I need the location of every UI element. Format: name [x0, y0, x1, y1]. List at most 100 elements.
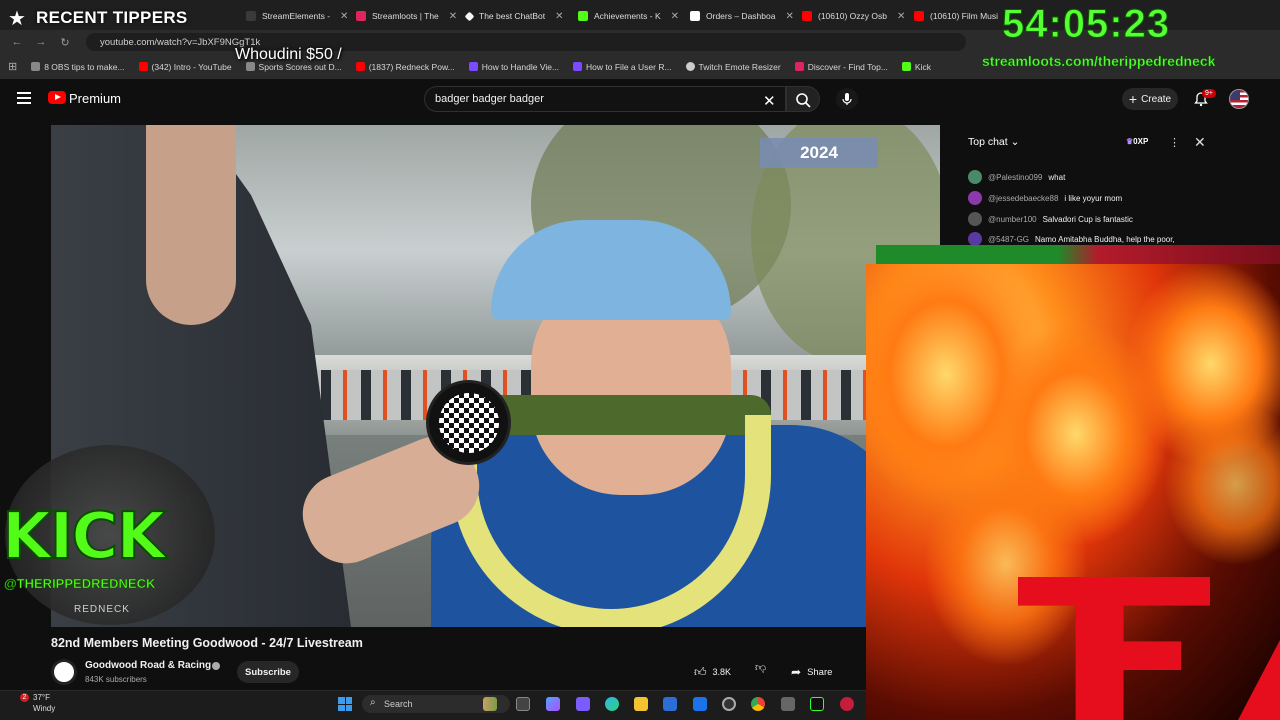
close-icon[interactable]: ✕: [897, 11, 905, 22]
kick-logo-text: KICK: [1, 499, 167, 575]
verified-check-icon: [212, 662, 220, 670]
outlook-icon[interactable]: [693, 697, 707, 711]
bookmark-item[interactable]: (342) Intro - YouTube: [138, 62, 232, 72]
teams-icon[interactable]: [576, 697, 590, 711]
bookmark-item[interactable]: How to File a User R...: [573, 62, 672, 72]
forward-icon[interactable]: →: [34, 36, 48, 48]
tipper-ticker: Whoudini $50 /: [235, 46, 342, 63]
kick-icon: [901, 62, 911, 71]
streamloots-icon: [794, 62, 804, 71]
flame: [926, 464, 1086, 664]
tab-streamloots[interactable]: Streamloots | The ✕: [348, 3, 458, 29]
fire-overlay-panel: [866, 264, 1280, 720]
windows-start-icon[interactable]: [338, 697, 352, 711]
close-icon[interactable]: ✕: [671, 11, 679, 22]
back-icon[interactable]: ←: [10, 36, 24, 48]
close-icon[interactable]: ✕: [785, 11, 793, 22]
voice-search-button[interactable]: [836, 88, 858, 110]
task-view-icon[interactable]: [516, 697, 530, 711]
youtube-icon: [138, 62, 148, 71]
close-icon[interactable]: ✕: [340, 11, 348, 22]
year-overlay-badge: 2024: [760, 138, 878, 168]
youtube-icon: [802, 11, 812, 21]
youtube-icon: [914, 11, 924, 21]
thumbs-up-icon: 👍︎: [694, 664, 707, 679]
user-avatar: [968, 170, 982, 184]
close-icon[interactable]: ✕: [449, 11, 457, 22]
store-icon[interactable]: [663, 697, 677, 711]
tab-streamelements[interactable]: StreamElements - ✕: [238, 3, 348, 29]
tab-ozzy[interactable]: (10610) Ozzy Osb ✕: [794, 3, 906, 29]
weather-notification-badge: 2: [20, 693, 29, 702]
bookmark-item[interactable]: Discover - Find Top...: [794, 62, 888, 72]
user-avatar: [968, 191, 982, 205]
weather-condition[interactable]: Windy: [33, 704, 55, 713]
chat-more-icon[interactable]: ⋮: [1169, 136, 1180, 149]
kick-handle: @THERIPPEDREDNECK: [4, 576, 156, 592]
tab-orders[interactable]: Orders – Dashboa ✕: [682, 3, 794, 29]
create-button[interactable]: + Create: [1122, 88, 1178, 110]
globe-icon: [685, 62, 695, 71]
account-avatar[interactable]: [1229, 89, 1249, 109]
kick-badge-subtext: REDNECK: [74, 604, 130, 615]
dislike-button[interactable]: 👎︎: [755, 661, 771, 683]
streamelements-icon: [246, 11, 256, 21]
kick-icon: [578, 11, 588, 21]
apps-icon[interactable]: ⊞: [8, 60, 17, 73]
reporter-face: [146, 125, 236, 325]
chrome-icon[interactable]: [751, 697, 765, 711]
chevron-down-icon: ⌄: [1010, 136, 1020, 148]
share-button[interactable]: ➦ Share: [791, 661, 851, 683]
obs-icon[interactable]: [722, 697, 736, 711]
weather-temperature[interactable]: 37°F: [33, 693, 50, 702]
chat-close-icon[interactable]: ✕: [1194, 134, 1206, 151]
chat-message: @jessedebaecke88 i like yoyur mom: [968, 191, 1122, 205]
reload-icon[interactable]: ↻: [58, 36, 72, 49]
chat-message: @Palestino099 what: [968, 170, 1065, 184]
streamloots-url: streamloots.com/therippedredneck: [982, 53, 1216, 69]
flame: [1166, 404, 1280, 564]
notification-count-badge: 9+: [1202, 89, 1216, 98]
clear-search-icon[interactable]: ✕: [763, 92, 776, 110]
twitch-icon: [468, 62, 478, 71]
search-icon: ⌕: [370, 697, 376, 708]
app-icon[interactable]: [781, 697, 795, 711]
menu-icon[interactable]: [17, 92, 31, 104]
terminal-icon[interactable]: [810, 697, 824, 711]
orders-icon: [690, 11, 700, 21]
edge-icon[interactable]: [605, 697, 619, 711]
star-icon: ★: [8, 8, 26, 30]
chat-message: @5487-GG Namo Amitabha Buddha, help the p…: [968, 232, 1175, 246]
youtube-logo-icon[interactable]: [48, 91, 66, 104]
tab-achievements[interactable]: Achievements - K ✕: [570, 3, 682, 29]
close-icon[interactable]: ✕: [555, 11, 563, 22]
recent-tippers-label: RECENT TIPPERS: [36, 8, 188, 27]
bookmark-item[interactable]: 8 OBS tips to make...: [31, 62, 125, 72]
channel-avatar[interactable]: [51, 659, 77, 685]
streamloots-icon: [356, 11, 366, 21]
copilot-icon[interactable]: [546, 697, 560, 711]
tab-film-music[interactable]: (10610) Film Musi: [906, 3, 1006, 29]
subscribe-button[interactable]: Subscribe: [237, 661, 299, 683]
search-input[interactable]: badger badger badger: [424, 86, 786, 112]
bookmark-item[interactable]: Twitch Emote Resizer: [685, 62, 781, 72]
thumbs-down-icon: 👎︎: [755, 662, 767, 674]
subscriber-count: 843K subscribers: [85, 675, 147, 684]
file-explorer-icon[interactable]: [634, 697, 648, 711]
taskbar-search-highlight-icon: [483, 697, 497, 711]
channel-name[interactable]: Goodwood Road & Racing: [85, 660, 211, 671]
search-button[interactable]: [786, 86, 820, 112]
bookmark-item[interactable]: (1837) Redneck Pow...: [355, 62, 455, 72]
chat-mode-dropdown[interactable]: Top chat ⌄: [968, 136, 1019, 148]
plus-icon: +: [1128, 91, 1138, 107]
youtube-brand-label[interactable]: Premium: [69, 91, 121, 106]
url-input[interactable]: youtube.com/watch?v=JbXF9NGgT1k: [86, 33, 966, 51]
bookmark-item[interactable]: How to Handle Vie...: [468, 62, 559, 72]
xp-badge[interactable]: ♛0XP: [1126, 137, 1148, 146]
like-button[interactable]: 👍︎ 3.8K: [694, 661, 744, 683]
app-icon[interactable]: [840, 697, 854, 711]
share-arrow-icon: ➦: [791, 665, 802, 679]
tab-chatbot[interactable]: The best ChatBot ✕: [458, 3, 570, 29]
bookmark-item[interactable]: Kick: [901, 62, 931, 72]
video-title: 82nd Members Meeting Goodwood - 24/7 Liv…: [51, 636, 363, 650]
